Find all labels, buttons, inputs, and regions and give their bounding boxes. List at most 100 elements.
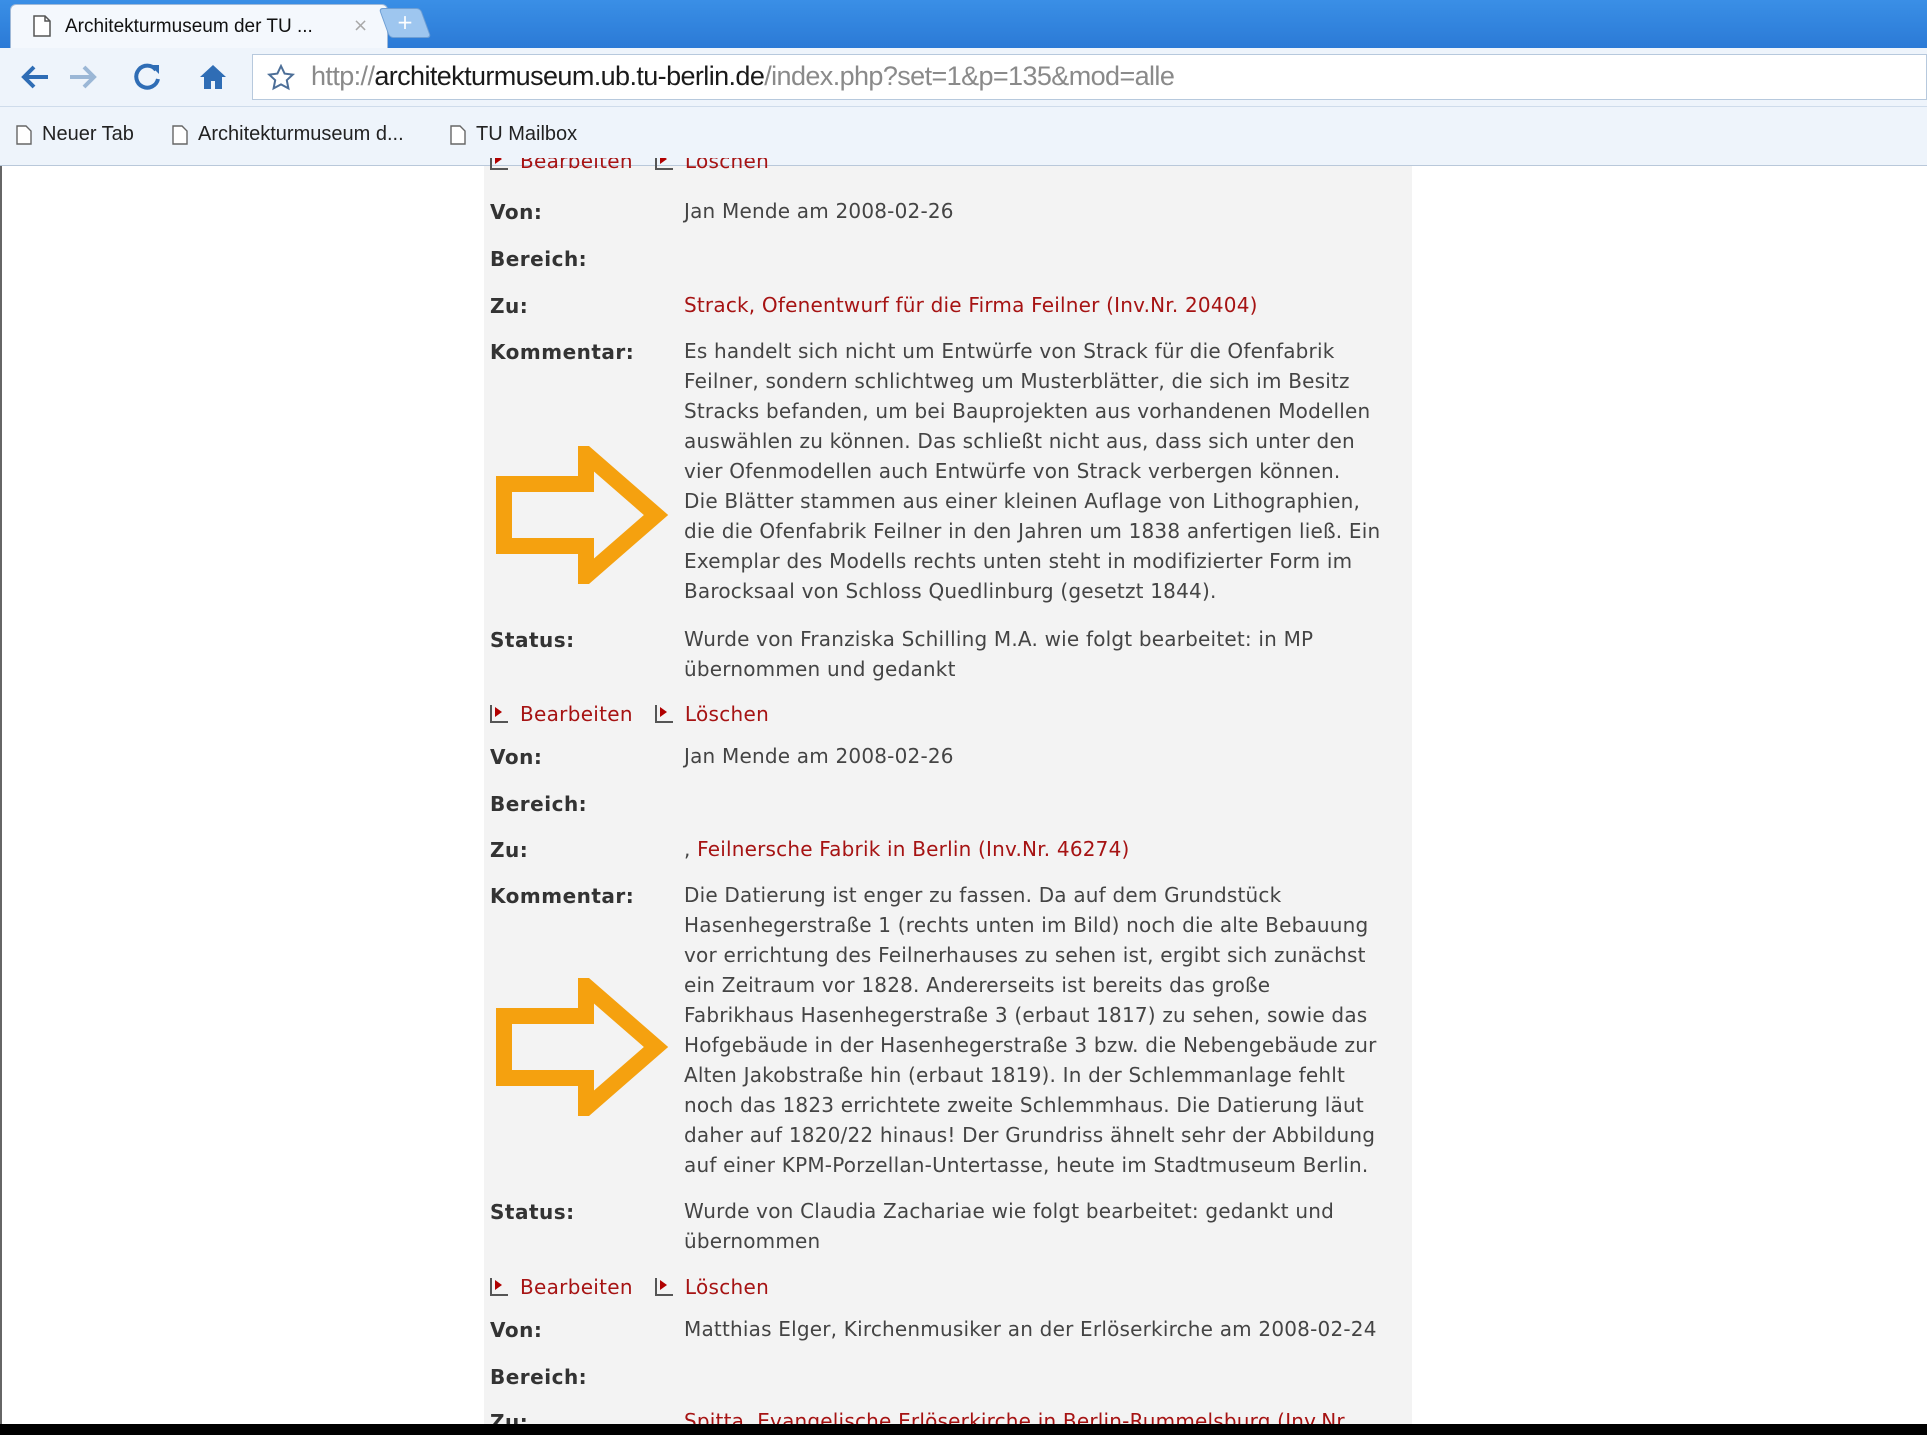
edit-button[interactable]: Bearbeiten [490, 158, 633, 173]
bereich-label: Bereich: [490, 247, 588, 271]
tab-title: Architekturmuseum der TU ... [65, 16, 313, 37]
arrow-left-icon [21, 65, 48, 89]
page-icon [450, 124, 466, 145]
bereich-label: Bereich: [490, 1365, 588, 1389]
kommentar-line: Feilner, sondern schlichtweg um Musterbl… [684, 369, 1350, 393]
status-label: Status: [490, 1200, 575, 1224]
close-icon[interactable]: × [353, 15, 368, 36]
bookmark-label: Architekturmuseum d... [198, 123, 404, 145]
kommentar-line: auswählen zu können. Das schließt nicht … [684, 429, 1355, 453]
tab-active[interactable]: Architekturmuseum der TU ... × [10, 4, 388, 48]
window-edge [0, 166, 2, 1424]
kommentar-line: Die Datierung ist enger zu fassen. Da au… [684, 883, 1282, 907]
arrow-icon [654, 158, 673, 170]
status-value: Wurde von Claudia Zachariae wie folgt be… [684, 1196, 1414, 1256]
kommentar-line: Exemplar des Modells rechts unten steht … [684, 549, 1353, 573]
reload-button[interactable] [124, 54, 170, 100]
home-button[interactable] [190, 54, 236, 100]
delete-label: Löschen [684, 158, 770, 173]
page-icon [172, 124, 188, 145]
browser-toolbar: http://architekturmuseum.ub.tu-berlin.de… [0, 48, 1927, 107]
back-button[interactable] [12, 54, 58, 100]
kommentar-line: die die Ofenfabrik Feilner in den Jahren… [684, 519, 1381, 543]
url-path: /index.php?set=1&p=135&mod=alle [764, 61, 1175, 91]
status-line: Wurde von Claudia Zachariae wie folgt be… [684, 1199, 1335, 1223]
delete-button[interactable]: Löschen [654, 158, 770, 173]
kommentar-line: Barocksaal von Schloss Quedlinburg (gese… [684, 579, 1217, 603]
edit-label: Bearbeiten [520, 702, 633, 726]
url-text: http://architekturmuseum.ub.tu-berlin.de… [311, 61, 1175, 92]
home-icon [200, 65, 226, 89]
entry-actions-top: Bearbeiten Löschen [490, 158, 791, 178]
edit-button[interactable]: Bearbeiten [490, 702, 633, 726]
von-value: Jan Mende am 2008-02-26 [684, 744, 954, 768]
bookmark-label: Neuer Tab [42, 123, 134, 145]
kommentar-line: auf einer KPM-Porzellan-Untertasse, heut… [684, 1153, 1369, 1177]
arrow-right-icon [496, 446, 669, 584]
tab-strip: Architekturmuseum der TU ... × + [0, 0, 1927, 48]
entry-actions: Bearbeiten Löschen [490, 702, 791, 726]
arrow-icon [490, 1278, 508, 1296]
status-value: Wurde von Franziska Schilling M.A. wie f… [684, 624, 1414, 684]
bookmark-architekturmuseum[interactable]: Architekturmuseum d... [172, 123, 404, 146]
arrow-icon [654, 1278, 673, 1296]
kommentar-line: vor errichtung des Feilnerhauses zu sehe… [684, 943, 1366, 967]
kommentar-line: noch das 1823 errichtete zweite Schlemmh… [684, 1093, 1364, 1117]
von-value: Matthias Elger, Kirchenmusiker an der Er… [684, 1317, 1377, 1341]
page-icon [33, 15, 51, 41]
reload-icon [134, 63, 160, 90]
star-icon[interactable] [266, 63, 296, 96]
delete-label: Löschen [684, 702, 770, 726]
kommentar-label: Kommentar: [490, 884, 635, 908]
delete-button[interactable]: Löschen [654, 702, 770, 726]
arrow-icon [654, 705, 673, 723]
arrow-icon [490, 158, 508, 170]
kommentar-value: Es handelt sich nicht um Entwürfe von St… [684, 336, 1414, 606]
kommentar-value: Die Datierung ist enger zu fassen. Da au… [684, 880, 1414, 1180]
arrow-icon [490, 705, 508, 723]
url-host: architekturmuseum.ub.tu-berlin.de [374, 61, 765, 91]
von-label: Von: [490, 200, 543, 224]
object-link[interactable]: Strack, Ofenentwurf für die Firma Feilne… [684, 293, 1258, 317]
edit-label: Bearbeiten [520, 158, 633, 173]
status-label: Status: [490, 628, 575, 652]
kommentar-line: ein Zeitraum vor 1828. Andererseits ist … [684, 973, 1271, 997]
object-link[interactable]: Feilnersche Fabrik in Berlin (Inv.Nr. 46… [697, 837, 1129, 861]
page-icon [16, 124, 32, 145]
zu-value: , Feilnersche Fabrik in Berlin (Inv.Nr. … [684, 834, 1414, 864]
arrow-right-icon [70, 65, 97, 89]
status-line: übernommen [684, 1229, 821, 1253]
bottom-edge [0, 1424, 1927, 1435]
zu-label: Zu: [490, 294, 529, 318]
zu-label: Zu: [490, 838, 529, 862]
status-line: Wurde von Franziska Schilling M.A. wie f… [684, 627, 1314, 651]
kommentar-line: daher auf 1820/22 hinaus! Der Grundriss … [684, 1123, 1376, 1147]
forward-button[interactable] [60, 54, 106, 100]
address-bar[interactable]: http://architekturmuseum.ub.tu-berlin.de… [252, 54, 1927, 100]
bookmarks-bar: Neuer Tab Architekturmuseum d... TU Mail… [0, 107, 1927, 166]
url-scheme: http:// [311, 61, 375, 91]
kommentar-line: vier Ofenmodellen auch Entwürfe von Stra… [684, 459, 1341, 483]
edit-button[interactable]: Bearbeiten [490, 1275, 633, 1299]
zu-value: Strack, Ofenentwurf für die Firma Feilne… [684, 290, 1414, 320]
kommentar-line: Alten Jakobstraße hin (erbaut 1819). In … [684, 1063, 1346, 1087]
bookmark-tu-mailbox[interactable]: TU Mailbox [450, 123, 577, 146]
arrow-right-icon [496, 978, 669, 1116]
edit-label: Bearbeiten [520, 1275, 633, 1299]
kommentar-label: Kommentar: [490, 340, 635, 364]
bereich-label: Bereich: [490, 792, 588, 816]
von-label: Von: [490, 1318, 543, 1342]
entry-actions: Bearbeiten Löschen [490, 1275, 791, 1299]
von-value: Jan Mende am 2008-02-26 [684, 199, 954, 223]
kommentar-line: Hasenhegerstraße 1 (rechts unten im Bild… [684, 913, 1369, 937]
bookmark-label: TU Mailbox [476, 123, 578, 145]
delete-label: Löschen [684, 1275, 770, 1299]
kommentar-line: Es handelt sich nicht um Entwürfe von St… [684, 339, 1335, 363]
zu-prefix: , [684, 837, 691, 861]
kommentar-line: Hofgebäude in der Hasenhegerstraße 3 bzw… [684, 1033, 1377, 1057]
bookmark-neuer-tab[interactable]: Neuer Tab [16, 123, 134, 146]
delete-button[interactable]: Löschen [654, 1275, 770, 1299]
kommentar-line: Fabrikhaus Hasenhegerstraße 3 (erbaut 18… [684, 1003, 1368, 1027]
kommentar-line: Die Blätter stammen aus einer kleinen Au… [684, 489, 1361, 513]
plus-icon: + [396, 10, 414, 34]
